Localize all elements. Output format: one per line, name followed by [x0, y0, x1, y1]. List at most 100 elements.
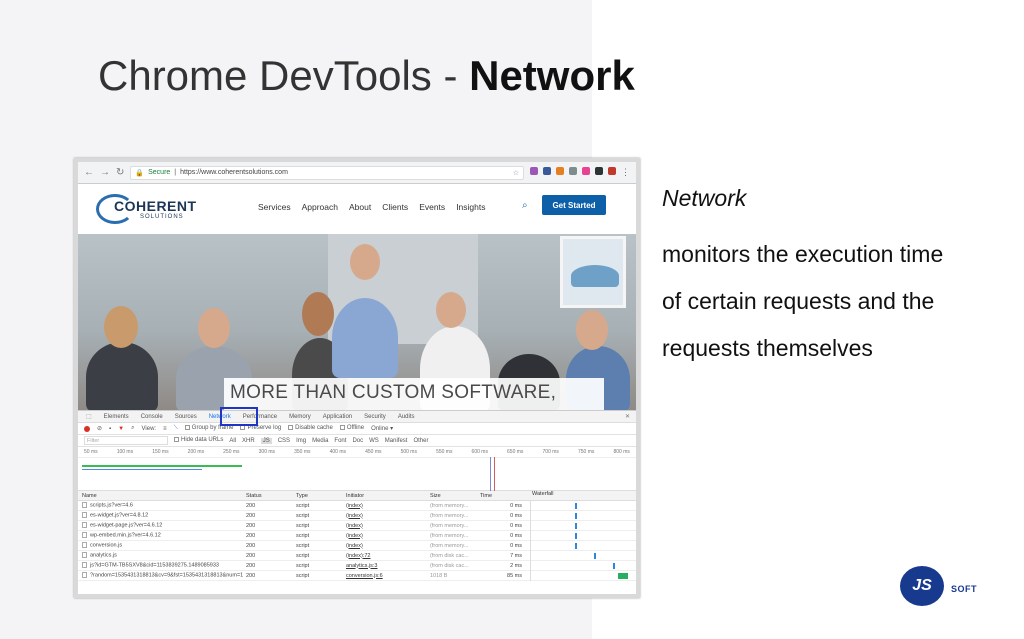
- filter-type-xhr[interactable]: XHR: [242, 438, 255, 444]
- get-started-button[interactable]: Get Started: [542, 195, 606, 215]
- request-waterfall: [530, 570, 636, 581]
- extension-icon[interactable]: [608, 167, 616, 175]
- extension-icon[interactable]: [569, 167, 577, 175]
- table-row[interactable]: conversion.js 200 script (index) (from memor…: [78, 540, 636, 551]
- table-row[interactable]: es-widget-page.js?ver=4.6.12 200 script (in…: [78, 520, 636, 531]
- extension-icon[interactable]: [582, 167, 590, 175]
- waterfall-bar: [575, 532, 578, 539]
- request-status: 200: [246, 532, 256, 539]
- filter-type-media[interactable]: Media: [312, 438, 328, 444]
- tab-console[interactable]: Console: [141, 414, 163, 420]
- request-time: 7 ms: [510, 552, 522, 559]
- column-size[interactable]: Size: [430, 493, 480, 499]
- url-field[interactable]: 🔒 Secure | https://www.coherentsolutions…: [130, 165, 524, 180]
- filter-type-all[interactable]: All: [229, 438, 236, 444]
- extension-icon[interactable]: [595, 167, 603, 175]
- extension-icon[interactable]: [543, 167, 551, 175]
- extension-icon[interactable]: [530, 167, 538, 175]
- request-initiator[interactable]: conversion.js:6: [346, 573, 430, 579]
- filter-funnel-icon[interactable]: ▼: [118, 426, 124, 432]
- tab-application[interactable]: Application: [323, 414, 352, 420]
- tab-audits[interactable]: Audits: [398, 414, 415, 420]
- column-waterfall[interactable]: Waterfall: [530, 491, 636, 501]
- filter-input[interactable]: Filter: [84, 436, 168, 445]
- filter-type-doc[interactable]: Doc: [352, 438, 363, 444]
- column-initiator[interactable]: Initiator: [346, 493, 430, 499]
- request-initiator[interactable]: (index): [346, 513, 430, 519]
- hero-photo: MORE THAN CUSTOM SOFTWARE,: [78, 234, 636, 410]
- clear-icon[interactable]: ⊘: [97, 425, 102, 432]
- column-status[interactable]: Status: [246, 493, 296, 499]
- tab-sources[interactable]: Sources: [175, 414, 197, 420]
- extension-icon[interactable]: [556, 167, 564, 175]
- offline-checkbox[interactable]: Offline: [339, 425, 365, 432]
- back-arrow-icon[interactable]: ←: [84, 167, 94, 178]
- forward-arrow-icon[interactable]: →: [100, 167, 110, 178]
- record-icon[interactable]: [84, 425, 90, 432]
- filter-type-ws[interactable]: WS: [369, 438, 379, 444]
- search-icon[interactable]: ⌕: [522, 200, 528, 211]
- table-row[interactable]: ?random=1535431318813&cv=9&fst=153543131…: [78, 570, 636, 581]
- site-nav-item[interactable]: Events: [419, 202, 445, 212]
- site-nav-item[interactable]: Approach: [302, 202, 338, 212]
- offline-label: Offline: [346, 425, 365, 432]
- request-type: script: [296, 542, 310, 549]
- network-overview-timeline[interactable]: 50 ms 100 ms 150 ms 200 ms 250 ms 300 ms…: [78, 447, 636, 491]
- table-row[interactable]: scripts.js?ver=4.6 200 script (index) (from …: [78, 500, 636, 511]
- slide-title-bold: Network: [469, 52, 635, 99]
- request-initiator[interactable]: (index): [346, 503, 430, 509]
- coherent-logo[interactable]: COHERENT SOLUTIONS: [96, 192, 206, 226]
- filter-type-other[interactable]: Other: [413, 438, 428, 444]
- request-initiator[interactable]: (index): [346, 523, 430, 529]
- site-nav-item[interactable]: About: [349, 202, 371, 212]
- camera-icon[interactable]: ▪: [109, 426, 111, 432]
- request-initiator[interactable]: analytics.js:3: [346, 563, 430, 569]
- file-icon: [82, 562, 87, 569]
- side-text-line: monitors the execution time: [662, 241, 944, 267]
- reload-icon[interactable]: ↻: [116, 167, 124, 178]
- table-row[interactable]: js?id=GTM-TB5SXV8&cid=1153839275.1489085…: [78, 560, 636, 571]
- site-nav-item[interactable]: Clients: [382, 202, 408, 212]
- nav-buttons: ← → ↻: [78, 167, 130, 178]
- table-row[interactable]: analytics.js 200 script (index):72 (from dis…: [78, 550, 636, 561]
- request-type: script: [296, 522, 310, 529]
- group-by-frame-checkbox[interactable]: Group by frame: [184, 425, 233, 432]
- request-waterfall: [530, 540, 636, 551]
- waterfall-view-icon[interactable]: ⟍: [174, 425, 178, 432]
- filter-type-font[interactable]: Font: [334, 438, 346, 444]
- star-icon[interactable]: ☆: [513, 169, 519, 177]
- filter-type-img[interactable]: Img: [296, 438, 306, 444]
- site-nav-item[interactable]: Services: [258, 202, 291, 212]
- filter-type-manifest[interactable]: Manifest: [385, 438, 408, 444]
- column-name[interactable]: Name: [78, 493, 246, 499]
- throttling-select[interactable]: Online ▾: [371, 425, 393, 432]
- inspect-element-icon[interactable]: ⬚: [86, 413, 92, 420]
- throttling-value: Online: [371, 426, 389, 432]
- request-size: (from memory...: [430, 542, 469, 549]
- tab-memory[interactable]: Memory: [289, 414, 311, 420]
- timeline-tick: 350 ms: [294, 449, 311, 455]
- site-nav-item[interactable]: Insights: [456, 202, 485, 212]
- timeline-bar-blue: [82, 469, 202, 470]
- close-icon[interactable]: ✕: [625, 413, 636, 420]
- filter-type-js[interactable]: JS: [260, 437, 272, 444]
- column-time[interactable]: Time: [480, 493, 530, 499]
- browser-menu-icon[interactable]: ⋮: [621, 167, 630, 178]
- column-type[interactable]: Type: [296, 493, 346, 499]
- disable-cache-label: Disable cache: [295, 425, 333, 432]
- table-row[interactable]: es-widget.js?ver=4.8.12 200 script (index)(…: [78, 510, 636, 521]
- preserve-log-label: Preserve log: [247, 425, 282, 432]
- request-initiator[interactable]: (index): [346, 543, 430, 549]
- disable-cache-checkbox[interactable]: Disable cache: [288, 425, 333, 432]
- table-row[interactable]: wp-embed.min.js?ver=4.6.12 200 script (inde…: [78, 530, 636, 541]
- preserve-log-checkbox[interactable]: Preserve log: [240, 425, 282, 432]
- tab-elements[interactable]: Elements: [104, 414, 129, 420]
- timeline-tick: 200 ms: [187, 449, 205, 455]
- search-icon[interactable]: ⌕: [131, 425, 134, 432]
- hide-data-urls-checkbox[interactable]: Hide data URLs: [174, 437, 223, 444]
- filter-type-css[interactable]: CSS: [278, 438, 290, 444]
- tab-security[interactable]: Security: [364, 414, 386, 420]
- request-initiator[interactable]: (index): [346, 533, 430, 539]
- list-view-icon[interactable]: ≡: [163, 426, 167, 432]
- request-initiator[interactable]: (index):72: [346, 553, 430, 559]
